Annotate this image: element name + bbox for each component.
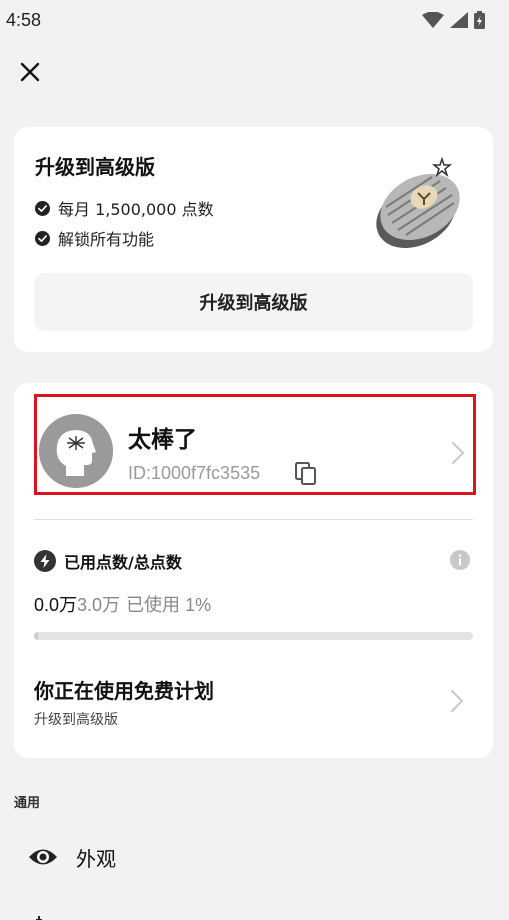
lightning-icon [34, 550, 56, 572]
plan-subtitle[interactable]: 升级到高级版 [34, 709, 118, 729]
signal-icon [450, 12, 468, 28]
status-bar: 4:58 [0, 0, 509, 40]
points-usage: 0.0万3.0万 已使用 1% [34, 591, 211, 617]
status-time: 4:58 [6, 9, 42, 30]
status-icons [422, 11, 485, 29]
menu-item-appearance[interactable]: 外观 [28, 838, 468, 876]
wifi-icon [422, 12, 444, 28]
user-id: ID:1000f7fc3535 [128, 463, 261, 483]
profile-row[interactable]: 太棒了 ID:1000f7fc3535 [34, 394, 476, 495]
points-used: 0.0万 [34, 595, 78, 615]
feature-label: 解锁所有功能 [58, 230, 155, 249]
chevron-right-icon[interactable] [448, 688, 466, 714]
close-icon [20, 62, 40, 82]
feature-item: 每月 1,500,000 点数 [35, 196, 214, 220]
user-head-icon [39, 414, 113, 488]
eye-icon [29, 849, 57, 865]
copy-icon[interactable] [294, 461, 318, 485]
chevron-right-icon [452, 442, 465, 464]
feature-label: 每月 1,500,000 点数 [58, 200, 214, 219]
upgrade-title: 升级到高级版 [35, 155, 155, 179]
avatar [39, 414, 113, 488]
points-used-percent: 已使用 1% [126, 595, 212, 615]
account-card: 太棒了 ID:1000f7fc3535 已用点数/总点数 0.0万3.0万 已使用… [14, 383, 493, 758]
points-progress-fill [34, 632, 39, 640]
battery-icon [474, 11, 485, 29]
points-label: 已用点数/总点数 [64, 553, 182, 572]
section-title-general: 通用 [14, 796, 41, 811]
info-icon[interactable] [450, 550, 470, 570]
menu-item-label: 外观 [76, 846, 116, 871]
check-circle-icon [35, 230, 50, 246]
points-header: 已用点数/总点数 [34, 549, 182, 573]
username: 太棒了 [128, 427, 197, 453]
plan-title[interactable]: 你正在使用免费计划 [34, 675, 214, 704]
points-total: 3.0万 [77, 595, 121, 615]
upgrade-card: 升级到高级版 每月 1,500,000 点数 解锁所有功能 升级到高级版 [14, 127, 493, 352]
partial-icon [36, 916, 42, 920]
close-button[interactable] [14, 56, 46, 88]
points-progress-bar [34, 632, 473, 640]
check-circle-icon [35, 200, 50, 216]
premium-coin-icon [376, 156, 460, 249]
feature-item: 解锁所有功能 [35, 226, 154, 250]
upgrade-button[interactable]: 升级到高级版 [34, 273, 473, 331]
divider [34, 519, 473, 520]
